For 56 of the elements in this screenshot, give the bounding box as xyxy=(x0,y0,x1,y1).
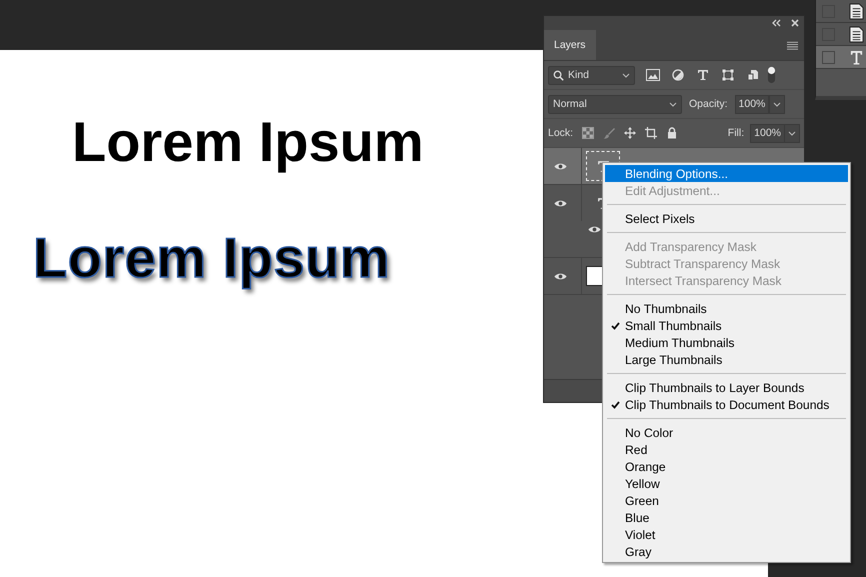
menu-icon[interactable] xyxy=(787,40,798,50)
menu-item[interactable]: Blending Options... xyxy=(605,165,848,182)
type-icon[interactable] xyxy=(696,69,710,81)
lock-icon[interactable] xyxy=(666,127,678,139)
checkmark-icon xyxy=(610,322,620,330)
menu-item[interactable]: Green xyxy=(605,492,848,509)
fill-field[interactable]: 100% xyxy=(750,124,785,142)
close-icon[interactable] xyxy=(791,19,799,27)
menu-item[interactable]: Orange xyxy=(605,458,848,475)
menu-item[interactable]: Blue xyxy=(605,509,848,526)
menu-item[interactable]: Violet xyxy=(605,526,848,543)
eye-icon[interactable] xyxy=(588,225,601,234)
caret-icon xyxy=(669,102,677,106)
eye-icon[interactable] xyxy=(554,272,567,280)
menu-item[interactable]: Medium Thumbnails xyxy=(605,334,848,351)
canvas-text: Lorem Ipsum xyxy=(33,226,390,290)
opacity-label: Opacity: xyxy=(689,98,728,110)
canvas-text: Lorem Ipsum xyxy=(72,110,424,174)
menu-item[interactable]: Gray xyxy=(605,543,848,560)
menu-item[interactable]: No Thumbnails xyxy=(605,300,848,317)
fill-label: Fill: xyxy=(728,127,744,139)
checkmark-icon xyxy=(610,400,620,408)
image-icon[interactable] xyxy=(646,69,660,81)
menu-item[interactable]: Clip Thumbnails to Layer Bounds xyxy=(605,379,848,396)
smart-object-icon[interactable] xyxy=(746,69,760,81)
caret-icon xyxy=(622,72,630,78)
blend-mode-dropdown[interactable]: Normal xyxy=(548,94,682,114)
crop-icon[interactable] xyxy=(645,127,658,139)
move-icon[interactable] xyxy=(624,127,636,139)
layers-tab[interactable]: Layers xyxy=(544,30,596,60)
menu-item[interactable]: Small Thumbnails xyxy=(605,317,848,334)
document-icon xyxy=(849,26,864,42)
checker-icon[interactable] xyxy=(582,127,594,139)
eye-icon[interactable] xyxy=(554,198,567,208)
menu-item[interactable]: Select Pixels xyxy=(605,210,848,227)
fill-dropdown[interactable] xyxy=(784,124,800,142)
panel-row[interactable] xyxy=(816,46,866,69)
lock-label: Lock: xyxy=(548,127,574,139)
menu-item[interactable]: Large Thumbnails xyxy=(605,351,848,368)
menu-item[interactable]: Red xyxy=(605,441,848,458)
opacity-dropdown[interactable] xyxy=(769,94,786,114)
adjustment-icon[interactable] xyxy=(671,69,685,81)
menu-item[interactable]: Clip Thumbnails to Document Bounds xyxy=(605,396,848,413)
menu-item[interactable]: No Color xyxy=(605,424,848,441)
filter-toggle[interactable] xyxy=(767,66,776,84)
eye-icon[interactable] xyxy=(554,162,567,170)
document-icon xyxy=(849,2,864,20)
caret-icon xyxy=(773,102,782,106)
menu-item[interactable]: Yellow xyxy=(605,475,848,492)
shape-icon[interactable] xyxy=(721,69,735,81)
search-icon xyxy=(553,70,564,80)
text-icon xyxy=(849,48,864,66)
filter-dropdown[interactable]: Kind xyxy=(548,66,635,84)
collapse-icon[interactable] xyxy=(771,19,781,27)
caret-icon xyxy=(788,130,796,136)
opacity-field[interactable]: 100% xyxy=(734,94,770,114)
